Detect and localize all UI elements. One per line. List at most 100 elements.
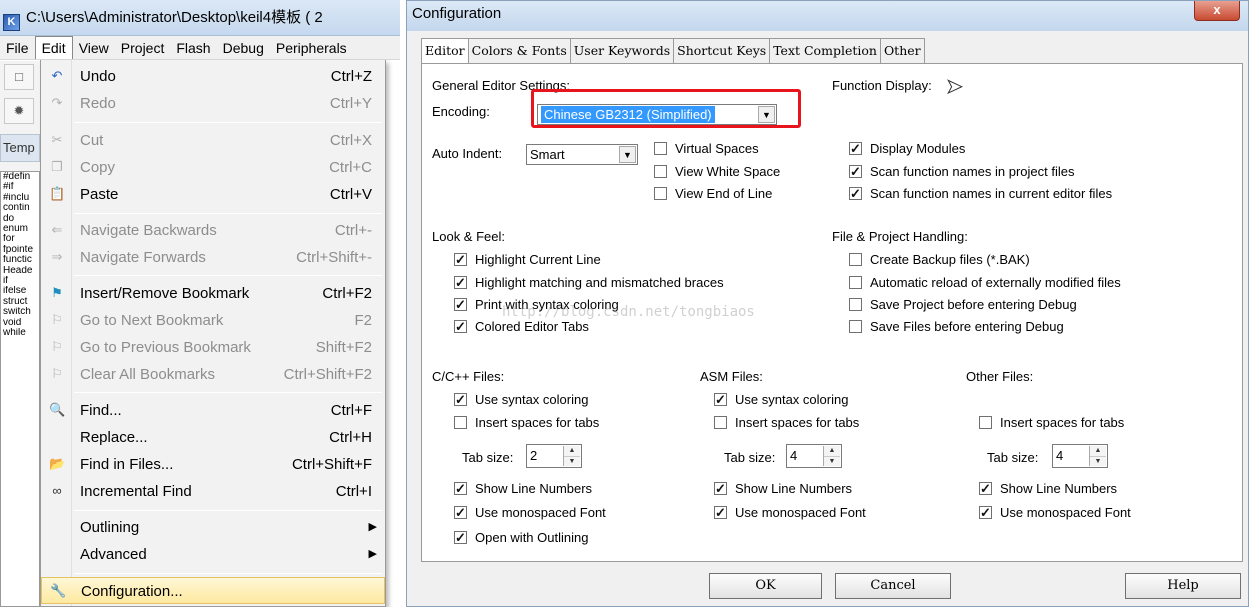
menu-item-clear-bookmarks[interactable]: ⚐ Clear All Bookmarks Ctrl+Shift+F2 [41,361,385,388]
checkbox-box[interactable] [849,320,862,333]
list-item[interactable]: fpointe [3,245,39,255]
list-item[interactable]: void [3,318,39,328]
tab-colors-fonts[interactable]: Colors & Fonts [468,38,571,64]
auto-indent-select[interactable]: Smart ▼ [526,144,638,165]
menu-item-configuration[interactable]: 🔧 Configuration... [41,577,385,604]
checkbox-box[interactable] [979,504,992,522]
display-modules-checkbox[interactable]: Display Modules [849,140,965,158]
checkbox-box[interactable] [654,187,667,200]
checkbox-box[interactable] [654,142,667,155]
other-line-numbers-checkbox[interactable]: Show Line Numbers [979,480,1117,498]
checkbox-box[interactable] [714,504,727,522]
checkbox-box[interactable] [654,165,667,178]
checkbox-box[interactable] [454,251,467,269]
virtual-spaces-checkbox[interactable]: Virtual Spaces [654,140,759,158]
spin-down-icon[interactable]: ▼ [824,456,840,466]
checkbox-box[interactable] [849,298,862,311]
scan-editor-checkbox[interactable]: Scan function names in current editor fi… [849,185,1112,203]
menu-item-cut[interactable]: ✂ Cut Ctrl+X [41,127,385,154]
c-tab-size-spinner[interactable]: 2 ▲ ▼ [526,444,582,468]
menu-debug[interactable]: Debug [217,36,270,60]
list-item[interactable]: for [3,234,39,244]
asm-spaces-checkbox[interactable]: Insert spaces for tabs [714,414,859,432]
c-mono-checkbox[interactable]: Use monospaced Font [454,504,606,522]
list-item[interactable]: while [3,328,39,338]
close-button[interactable]: x [1194,1,1240,21]
highlight-braces-checkbox[interactable]: Highlight matching and mismatched braces [454,274,724,292]
checkbox-box[interactable] [849,276,862,289]
highlight-line-checkbox[interactable]: Highlight Current Line [454,251,601,269]
menu-file[interactable]: File [0,36,35,60]
tab-editor[interactable]: Editor [421,38,469,66]
checkbox-box[interactable] [714,480,727,498]
list-item[interactable]: ifelse [3,286,39,296]
other-mono-checkbox[interactable]: Use monospaced Font [979,504,1131,522]
menu-item-previous-bookmark[interactable]: ⚐ Go to Previous Bookmark Shift+F2 [41,334,385,361]
spin-up-icon[interactable]: ▲ [564,446,580,456]
checkbox-box[interactable] [454,296,467,314]
colored-tabs-checkbox[interactable]: Colored Editor Tabs [454,318,589,336]
scan-project-checkbox[interactable]: Scan function names in project files [849,163,1075,181]
asm-mono-checkbox[interactable]: Use monospaced Font [714,504,866,522]
asm-line-numbers-checkbox[interactable]: Show Line Numbers [714,480,852,498]
tab-other[interactable]: Other [880,38,925,64]
menu-item-outlining[interactable]: Outlining ▶ [41,514,385,541]
checkbox-box[interactable] [979,416,992,429]
list-item[interactable]: if [3,276,39,286]
list-item[interactable]: #defin [3,172,39,182]
menu-item-copy[interactable]: ❐ Copy Ctrl+C [41,154,385,181]
checkbox-box[interactable] [714,416,727,429]
checkbox-box[interactable] [454,318,467,336]
new-file-icon[interactable]: □ [4,64,34,90]
checkbox-box[interactable] [454,416,467,429]
list-item[interactable]: Heade [3,266,39,276]
tab-user-keywords[interactable]: User Keywords [570,38,675,64]
view-white-space-checkbox[interactable]: View White Space [654,163,780,181]
save-project-checkbox[interactable]: Save Project before entering Debug [849,296,1077,314]
asm-syntax-checkbox[interactable]: Use syntax coloring [714,391,848,409]
backup-checkbox[interactable]: Create Backup files (*.BAK) [849,251,1030,269]
menu-item-advanced[interactable]: Advanced ▶ [41,541,385,568]
cancel-button[interactable]: Cancel [835,573,951,599]
auto-reload-checkbox[interactable]: Automatic reload of externally modified … [849,274,1121,292]
ok-button[interactable]: OK [709,573,822,599]
checkbox-box[interactable] [714,391,727,409]
spin-down-icon[interactable]: ▼ [1090,456,1106,466]
list-item[interactable]: do [3,214,39,224]
checkbox-box[interactable] [849,253,862,266]
spin-down-icon[interactable]: ▼ [564,456,580,466]
view-end-of-line-checkbox[interactable]: View End of Line [654,185,772,203]
menu-item-find-in-files[interactable]: 📂 Find in Files... Ctrl+Shift+F [41,451,385,478]
menu-item-navigate-forwards[interactable]: ⇒ Navigate Forwards Ctrl+Shift+- [41,244,385,271]
menu-edit[interactable]: Edit [34,36,73,59]
templates-tab[interactable]: Temp [0,134,40,162]
list-item[interactable]: enum [3,224,39,234]
checkbox-box[interactable] [454,391,467,409]
tab-text-completion[interactable]: Text Completion [770,38,881,64]
save-files-checkbox[interactable]: Save Files before entering Debug [849,318,1064,336]
menu-item-incremental-find[interactable]: ∞ Incremental Find Ctrl+I [41,478,385,505]
menu-peripherals[interactable]: Peripherals [270,36,353,60]
menu-flash[interactable]: Flash [170,36,216,60]
c-line-numbers-checkbox[interactable]: Show Line Numbers [454,480,592,498]
tab-shortcut-keys[interactable]: Shortcut Keys [674,38,771,64]
menu-item-navigate-backwards[interactable]: ⇐ Navigate Backwards Ctrl+- [41,217,385,244]
menu-item-find[interactable]: 🔍 Find... Ctrl+F [41,397,385,424]
menu-item-paste[interactable]: 📋 Paste Ctrl+V [41,181,385,208]
c-spaces-checkbox[interactable]: Insert spaces for tabs [454,414,599,432]
menu-item-insert-bookmark[interactable]: ⚑ Insert/Remove Bookmark Ctrl+F2 [41,280,385,307]
checkbox-box[interactable] [979,480,992,498]
other-tab-size-spinner[interactable]: 4 ▲ ▼ [1052,444,1108,468]
list-item[interactable]: functic [3,255,39,265]
checkbox-box[interactable] [454,504,467,522]
list-item[interactable]: switch [3,307,39,317]
list-item[interactable]: struct [3,297,39,307]
list-item[interactable]: #inclu [3,193,39,203]
list-item[interactable]: contin [3,203,39,213]
list-item[interactable]: #if [3,182,39,192]
settings-icon[interactable]: ✹ [4,98,34,124]
chevron-down-icon[interactable]: ▼ [619,146,636,163]
help-button[interactable]: Help [1125,573,1241,599]
spin-up-icon[interactable]: ▲ [824,446,840,456]
c-outlining-checkbox[interactable]: Open with Outlining [454,529,588,547]
